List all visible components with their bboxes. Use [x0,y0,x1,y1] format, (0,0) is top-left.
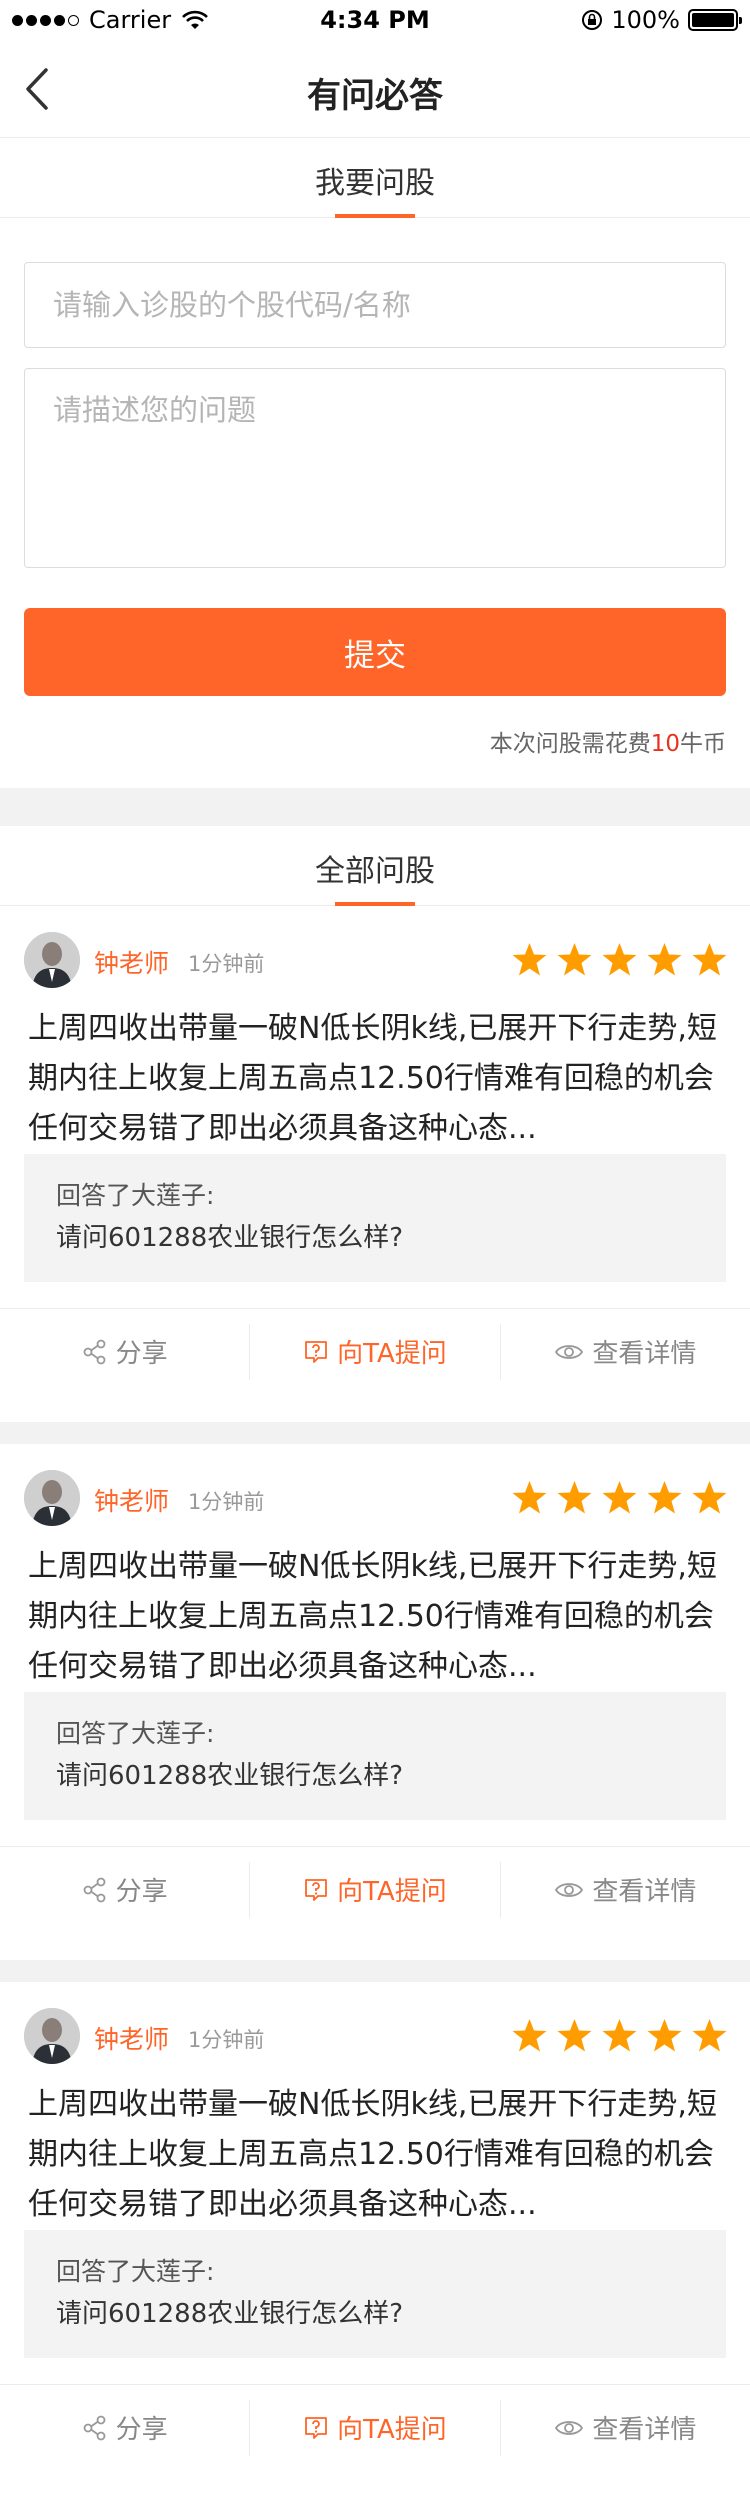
question-card[interactable]: 钟老师 1分钟前 上周四收出带量一破N低长阴k线,已展开下行走势,短期内往上收复… [0,906,750,1422]
star-icon [602,943,637,976]
share-icon [83,2415,106,2440]
battery-icon [688,9,742,31]
question-text: 请问601288农业银行怎么样? [56,1761,404,1791]
tab-all-questions[interactable]: 全部问股 [0,826,750,906]
post-time: 1分钟前 [188,952,265,976]
view-details-button[interactable]: 查看详情 [499,1323,750,1380]
question-text: 请问601288农业银行怎么样? [56,1223,404,1253]
share-button[interactable]: 分享 [0,2400,249,2456]
status-right: 100% [581,6,742,34]
answer-content[interactable]: 上周四收出带量一破N低长阴k线,已展开下行走势,短期内往上收复上周五高点12.5… [28,1542,728,1692]
cost-note: 本次问股需花费10牛币 [490,724,726,758]
teacher-avatar[interactable] [24,1470,80,1526]
teacher-avatar[interactable] [24,932,80,988]
question-quote[interactable]: 回答了大莲子: 请问601288农业银行怎么样? [24,2230,726,2358]
cost-suffix: 牛币 [680,731,726,757]
view-details-label: 查看详情 [592,1877,697,1907]
battery-percent: 100% [611,6,680,34]
avatar-image [24,2008,80,2064]
star-icon [647,1481,682,1514]
post-time: 1分钟前 [188,1490,265,1514]
answer-content[interactable]: 上周四收出带量一破N低长阴k线,已展开下行走势,短期内往上收复上周五高点12.5… [28,2080,728,2230]
star-icon [602,1481,637,1514]
teacher-name[interactable]: 钟老师 [94,1482,169,1518]
answered-to-label: 回答了大莲子: [56,2257,215,2286]
rating-stars [511,1480,728,1516]
view-details-label: 查看详情 [592,1339,697,1369]
star-icon [647,943,682,976]
question-text: 请问601288农业银行怎么样? [56,2299,404,2329]
question-card[interactable]: 钟老师 1分钟前 上周四收出带量一破N低长阴k线,已展开下行走势,短期内往上收复… [0,1982,750,2498]
card-divider [0,1422,750,1444]
ask-ta-label: 向TA提问 [337,2415,447,2445]
tab-all-questions-label: 全部问股 [315,854,435,889]
rating-stars [511,942,728,978]
view-details-button[interactable]: 查看详情 [499,2399,750,2456]
star-icon [647,2019,682,2052]
rating-stars [511,2018,728,2054]
view-details-button[interactable]: 查看详情 [499,1861,750,1918]
answered-to-label: 回答了大莲子: [56,1181,215,1210]
star-icon [692,2019,727,2052]
ask-ta-label: 向TA提问 [337,1877,447,1907]
card-actions: 分享 向TA提问 查看详情 [0,1308,750,1394]
tab-ask-stock-label: 我要问股 [315,166,435,201]
share-icon [83,1339,106,1364]
share-button[interactable]: 分享 [0,1862,249,1918]
status-bar: Carrier 4:34 PM 100% [0,0,750,40]
cost-prefix: 本次问股需花费 [489,731,651,757]
eye-icon [555,1882,584,1897]
question-quote[interactable]: 回答了大莲子: 请问601288农业银行怎么样? [24,1154,726,1282]
submit-button[interactable]: 提交 [24,608,726,696]
share-label: 分享 [115,2415,168,2445]
star-icon [557,1481,592,1514]
card-divider [0,1960,750,1982]
teacher-name[interactable]: 钟老师 [94,944,169,980]
ask-ta-button[interactable]: 向TA提问 [249,2399,499,2456]
star-icon [512,2019,547,2052]
eye-icon [555,1344,584,1359]
share-button[interactable]: 分享 [0,1324,249,1380]
post-time: 1分钟前 [188,2028,265,2052]
teacher-avatar[interactable] [24,2008,80,2064]
star-icon [557,2019,592,2052]
star-icon [602,2019,637,2052]
avatar-image [24,1470,80,1526]
view-details-label: 查看详情 [592,2415,697,2445]
tab-ask-stock[interactable]: 我要问股 [0,138,750,218]
teacher-name[interactable]: 钟老师 [94,2020,169,2056]
ask-ta-button[interactable]: 向TA提问 [249,1861,499,1918]
stock-code-input[interactable] [24,262,726,348]
page-title: 有问必答 [307,76,443,116]
share-icon [83,1877,106,1902]
answered-to-label: 回答了大莲子: [56,1719,215,1748]
star-icon [692,943,727,976]
share-label: 分享 [115,1877,168,1907]
star-icon [557,943,592,976]
share-label: 分享 [115,1339,168,1369]
avatar-image [24,932,80,988]
question-bubble-icon [305,1340,328,1363]
nav-bar: 有问必答 [0,40,750,138]
ask-ta-label: 向TA提问 [337,1339,447,1369]
star-icon [512,1481,547,1514]
question-quote[interactable]: 回答了大莲子: 请问601288农业银行怎么样? [24,1692,726,1820]
section-divider [0,788,750,826]
tab-active-indicator [335,214,415,218]
question-bubble-icon [305,2416,328,2439]
card-actions: 分享 向TA提问 查看详情 [0,1846,750,1932]
question-card[interactable]: 钟老师 1分钟前 上周四收出带量一破N低长阴k线,已展开下行走势,短期内往上收复… [0,1444,750,1960]
cost-amount: 10 [650,731,680,757]
question-textarea[interactable] [24,368,726,568]
ask-ta-button[interactable]: 向TA提问 [249,1323,499,1380]
star-icon [692,1481,727,1514]
answer-content[interactable]: 上周四收出带量一破N低长阴k线,已展开下行走势,短期内往上收复上周五高点12.5… [28,1004,728,1154]
question-bubble-icon [305,1878,328,1901]
eye-icon [555,2420,584,2435]
star-icon [512,943,547,976]
rotation-lock-icon [582,10,603,30]
card-actions: 分享 向TA提问 查看详情 [0,2384,750,2470]
